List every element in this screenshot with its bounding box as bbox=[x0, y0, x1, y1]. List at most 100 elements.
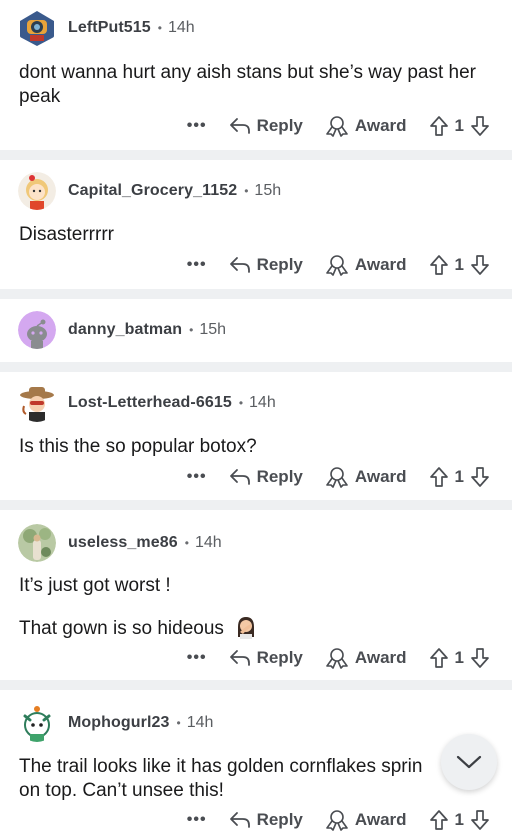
award-icon bbox=[326, 467, 348, 488]
user-avatar[interactable] bbox=[18, 172, 56, 210]
username[interactable]: Capital_Grocery_1152 bbox=[68, 182, 237, 200]
downvote-icon[interactable] bbox=[470, 647, 490, 669]
comment-actions: ••• Reply Award 1 bbox=[187, 252, 490, 278]
chevron-down-icon bbox=[456, 755, 482, 769]
upvote-icon[interactable] bbox=[429, 809, 449, 831]
comment-body: It’s just got worst ! That gown is so hi… bbox=[19, 574, 482, 641]
award-label: Award bbox=[354, 810, 407, 829]
award-label: Award bbox=[354, 648, 407, 667]
timestamp: 15h bbox=[254, 182, 282, 199]
more-options-button[interactable]: ••• bbox=[187, 468, 207, 486]
username[interactable]: LeftPut515 bbox=[68, 19, 151, 37]
comment: Mophogurl23 • 14h The trail looks like i… bbox=[0, 690, 512, 835]
username[interactable]: Lost-Letterhead-6615 bbox=[68, 394, 232, 412]
vote-count: 1 bbox=[454, 648, 464, 667]
reply-icon bbox=[229, 812, 250, 828]
reply-button[interactable]: Reply bbox=[229, 467, 303, 487]
downvote-icon[interactable] bbox=[470, 115, 490, 137]
comment-text: That gown is so hideous bbox=[19, 618, 224, 639]
award-button[interactable]: Award bbox=[325, 809, 407, 831]
comment: LeftPut515 • 14h dont wanna hurt any ais… bbox=[0, 0, 512, 150]
reply-button[interactable]: Reply bbox=[229, 648, 303, 668]
user-avatar[interactable] bbox=[18, 704, 56, 742]
separator-dot: • bbox=[189, 323, 194, 337]
upvote-icon[interactable] bbox=[429, 115, 449, 137]
award-label: Award bbox=[354, 255, 407, 274]
woman-facepalming-emoji bbox=[238, 617, 255, 639]
vote-control: 1 bbox=[429, 115, 490, 137]
scroll-down-button[interactable] bbox=[441, 734, 497, 790]
upvote-icon[interactable] bbox=[429, 254, 449, 276]
separator-dot: • bbox=[176, 716, 181, 730]
separator-dot: • bbox=[184, 536, 189, 550]
timestamp: 14h bbox=[249, 394, 276, 411]
comment-divider bbox=[0, 680, 512, 690]
award-label: Award bbox=[354, 116, 407, 135]
reply-label: Reply bbox=[256, 648, 303, 667]
downvote-icon[interactable] bbox=[470, 466, 490, 488]
award-button[interactable]: Award bbox=[325, 466, 407, 488]
reply-icon bbox=[229, 257, 250, 273]
vote-count: 1 bbox=[454, 116, 464, 135]
upvote-icon[interactable] bbox=[429, 647, 449, 669]
reply-label: Reply bbox=[256, 116, 303, 135]
comment-collapsed[interactable]: danny_batman • 15h bbox=[0, 299, 512, 362]
vote-count: 1 bbox=[454, 467, 464, 486]
reply-label: Reply bbox=[256, 810, 303, 829]
reply-label: Reply bbox=[256, 467, 303, 486]
upvote-icon[interactable] bbox=[429, 466, 449, 488]
comment-divider bbox=[0, 500, 512, 510]
vote-control: 1 bbox=[429, 647, 490, 669]
award-icon bbox=[326, 810, 348, 831]
user-avatar[interactable] bbox=[18, 384, 56, 422]
comment-text: dont wanna hurt any aish stans but she’s… bbox=[19, 62, 476, 107]
more-options-button[interactable]: ••• bbox=[187, 811, 207, 829]
award-button[interactable]: Award bbox=[325, 647, 407, 669]
reply-icon bbox=[229, 650, 250, 666]
reply-button[interactable]: Reply bbox=[229, 810, 303, 830]
more-options-button[interactable]: ••• bbox=[187, 649, 207, 667]
comment-text: Is this the so popular botox? bbox=[19, 436, 257, 457]
award-icon bbox=[326, 255, 348, 276]
reply-button[interactable]: Reply bbox=[229, 255, 303, 275]
vote-control: 1 bbox=[429, 466, 490, 488]
separator-dot: • bbox=[238, 396, 244, 410]
separator-dot: • bbox=[157, 21, 162, 35]
vote-count: 1 bbox=[454, 255, 464, 274]
comment-header: Capital_Grocery_1152 • 15h bbox=[18, 172, 282, 210]
comment-text-line: That gown is so hideous bbox=[19, 615, 482, 641]
comment: Lost-Letterhead-6615 • 14h Is this the s… bbox=[0, 372, 512, 500]
comment: useless_me86 • 14h It’s just got worst !… bbox=[0, 510, 512, 680]
award-icon bbox=[326, 116, 348, 137]
comment-text: The trail looks like it has golden cornf… bbox=[19, 756, 423, 801]
comment-divider bbox=[0, 362, 512, 372]
timestamp: 15h bbox=[199, 321, 227, 338]
user-avatar[interactable] bbox=[18, 9, 56, 47]
username[interactable]: useless_me86 bbox=[68, 534, 178, 552]
downvote-icon[interactable] bbox=[470, 809, 490, 831]
comment-header: danny_batman • 15h bbox=[18, 311, 227, 349]
comment-body: Disasterrrrr bbox=[19, 223, 482, 247]
comment-header: Lost-Letterhead-6615 • 14h bbox=[18, 384, 276, 422]
timestamp: 14h bbox=[186, 714, 214, 731]
award-button[interactable]: Award bbox=[325, 115, 407, 137]
reply-icon bbox=[229, 118, 250, 134]
reply-label: Reply bbox=[256, 255, 303, 274]
comment-actions: ••• Reply Award 1 bbox=[187, 464, 490, 490]
more-options-button[interactable]: ••• bbox=[187, 117, 207, 135]
comment: Capital_Grocery_1152 • 15h Disasterrrrr … bbox=[0, 160, 512, 289]
user-avatar[interactable] bbox=[18, 524, 56, 562]
award-button[interactable]: Award bbox=[325, 254, 407, 276]
comment-header: Mophogurl23 • 14h bbox=[18, 704, 214, 742]
reply-button[interactable]: Reply bbox=[229, 116, 303, 136]
username[interactable]: danny_batman bbox=[68, 321, 182, 339]
vote-count: 1 bbox=[454, 810, 464, 829]
timestamp: 14h bbox=[168, 19, 195, 36]
comment-header: useless_me86 • 14h bbox=[18, 524, 222, 562]
username[interactable]: Mophogurl23 bbox=[68, 714, 170, 732]
user-avatar[interactable] bbox=[18, 311, 56, 349]
award-label: Award bbox=[354, 467, 407, 486]
comment-body: The trail looks like it has golden cornf… bbox=[19, 755, 446, 803]
downvote-icon[interactable] bbox=[470, 254, 490, 276]
more-options-button[interactable]: ••• bbox=[187, 256, 207, 274]
